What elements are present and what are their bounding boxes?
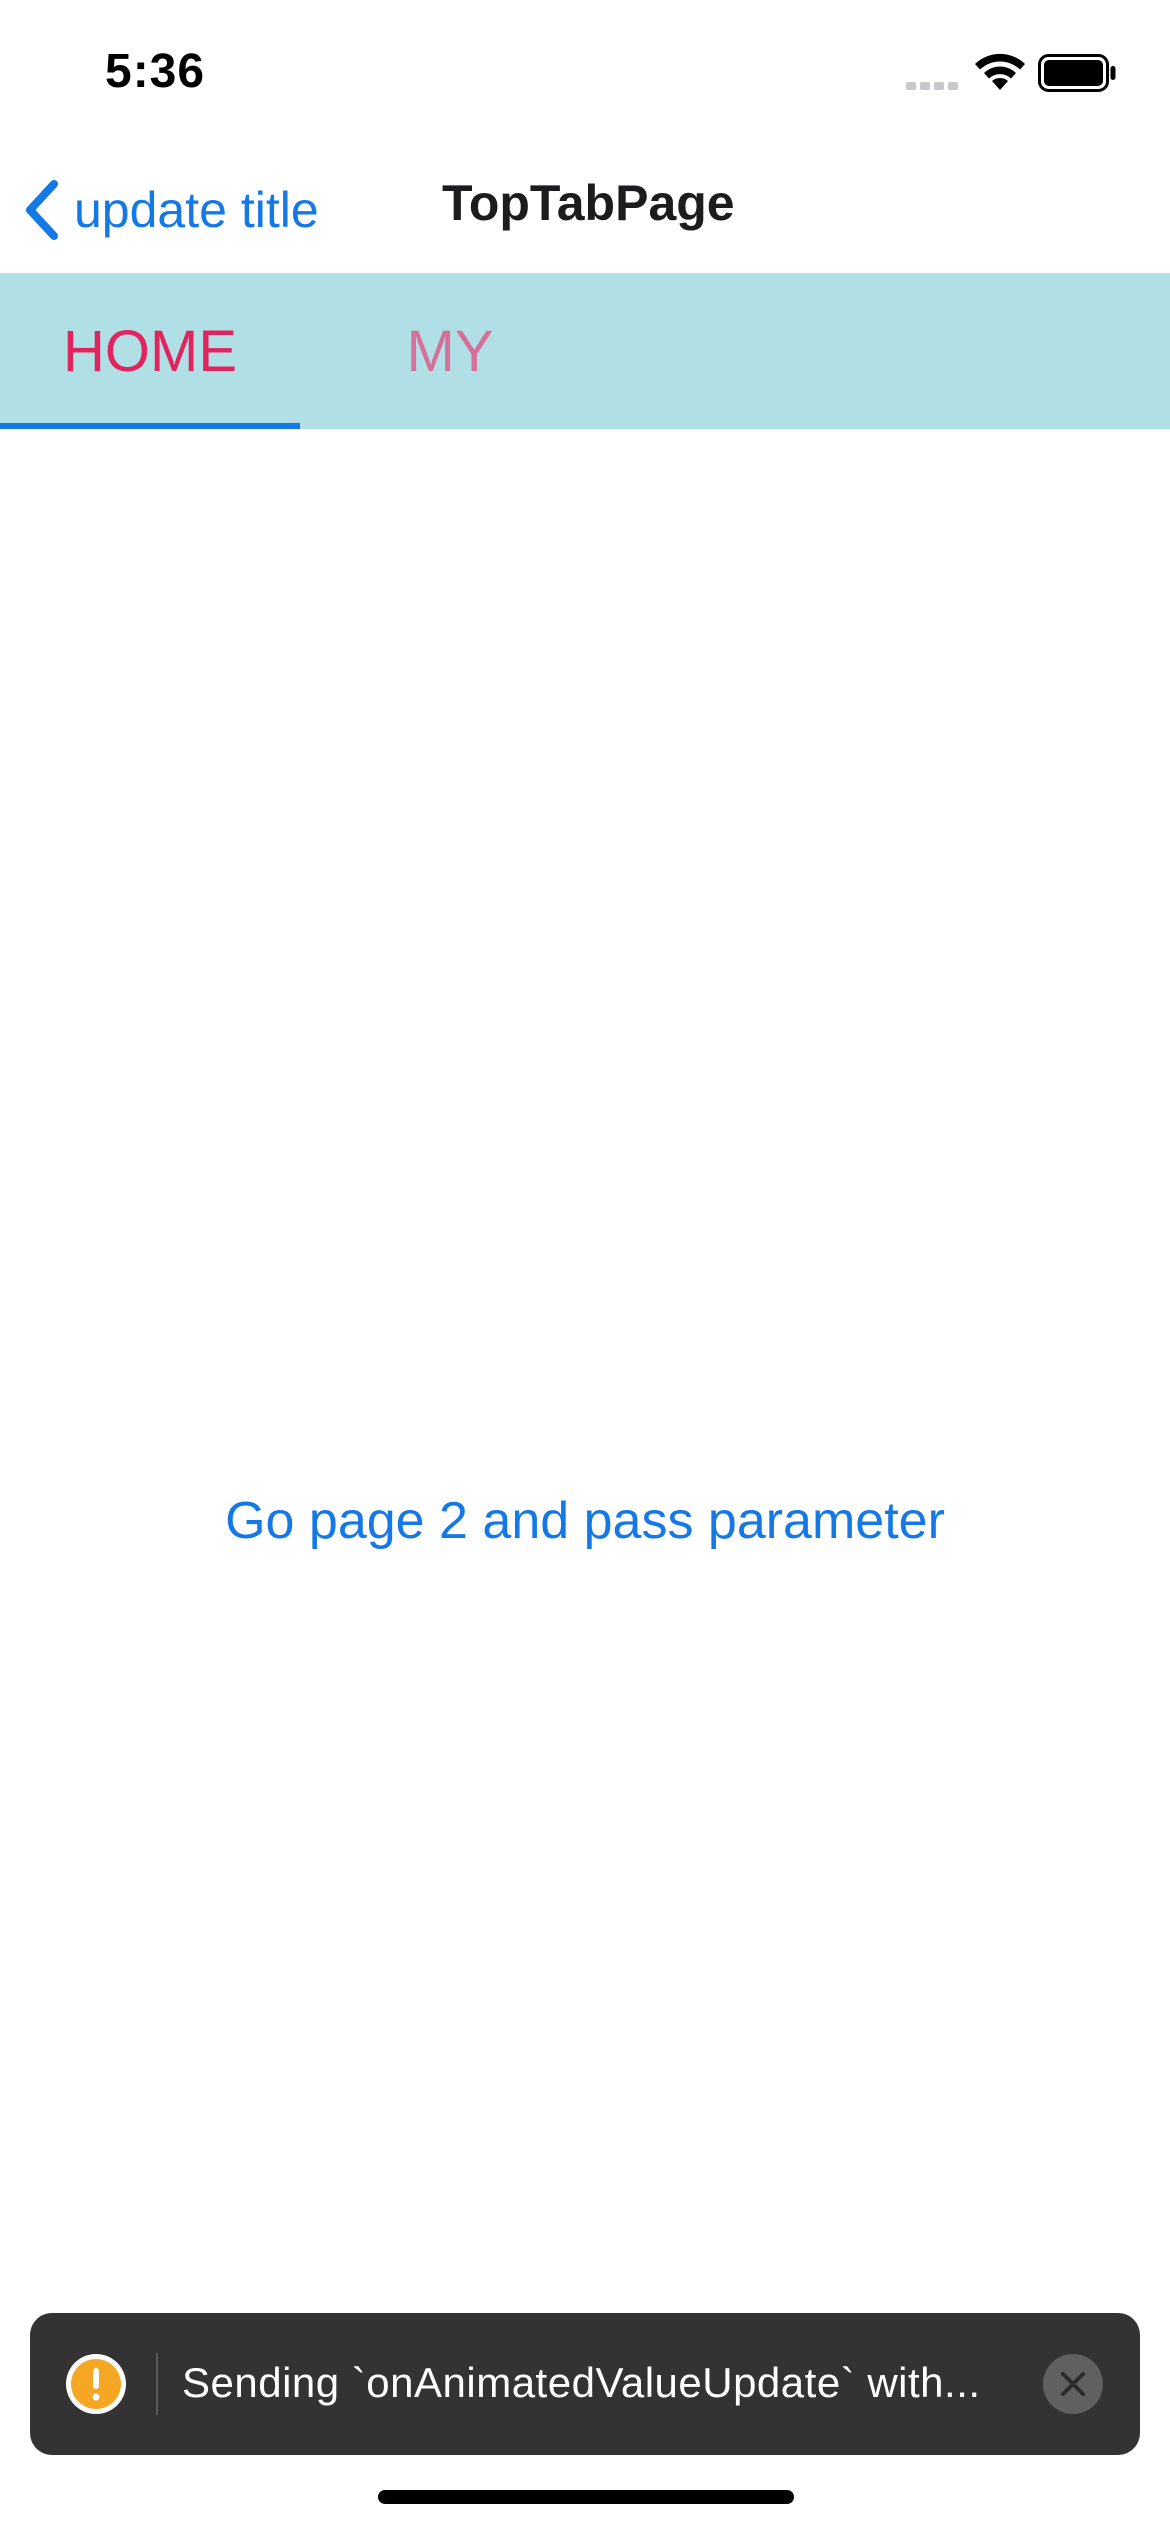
tab-my-label: MY: [406, 318, 494, 384]
back-button-label: update title: [74, 182, 319, 238]
tab-my[interactable]: MY: [300, 273, 600, 429]
warning-icon: [66, 2354, 126, 2414]
signal-dots-icon: [906, 82, 958, 90]
go-page-2-button[interactable]: Go page 2 and pass parameter: [0, 1491, 1170, 1551]
page-title: TopTabPage: [442, 175, 735, 231]
toast-message: Sending `onAnimatedValueUpdate` with...: [182, 2359, 981, 2406]
chevron-left-icon: [26, 180, 58, 240]
top-tab-bar: HOME MY: [0, 273, 1170, 429]
tab-content: Go page 2 and pass parameter: [0, 429, 1170, 2299]
toast-divider: [156, 2353, 158, 2415]
navigation-bar: update title TopTabPage: [0, 150, 1170, 273]
status-bar: 5:36: [0, 0, 1170, 150]
back-button[interactable]: update title: [20, 170, 319, 250]
close-icon[interactable]: [1043, 2354, 1103, 2414]
tab-home[interactable]: HOME: [0, 273, 300, 429]
wifi-icon: [975, 53, 1025, 90]
battery-icon: [1038, 54, 1116, 92]
status-time: 5:36: [105, 45, 206, 98]
tab-home-label: HOME: [63, 318, 237, 384]
warning-toast[interactable]: Sending `onAnimatedValueUpdate` with...: [30, 2313, 1140, 2455]
home-indicator[interactable]: [378, 2490, 794, 2504]
